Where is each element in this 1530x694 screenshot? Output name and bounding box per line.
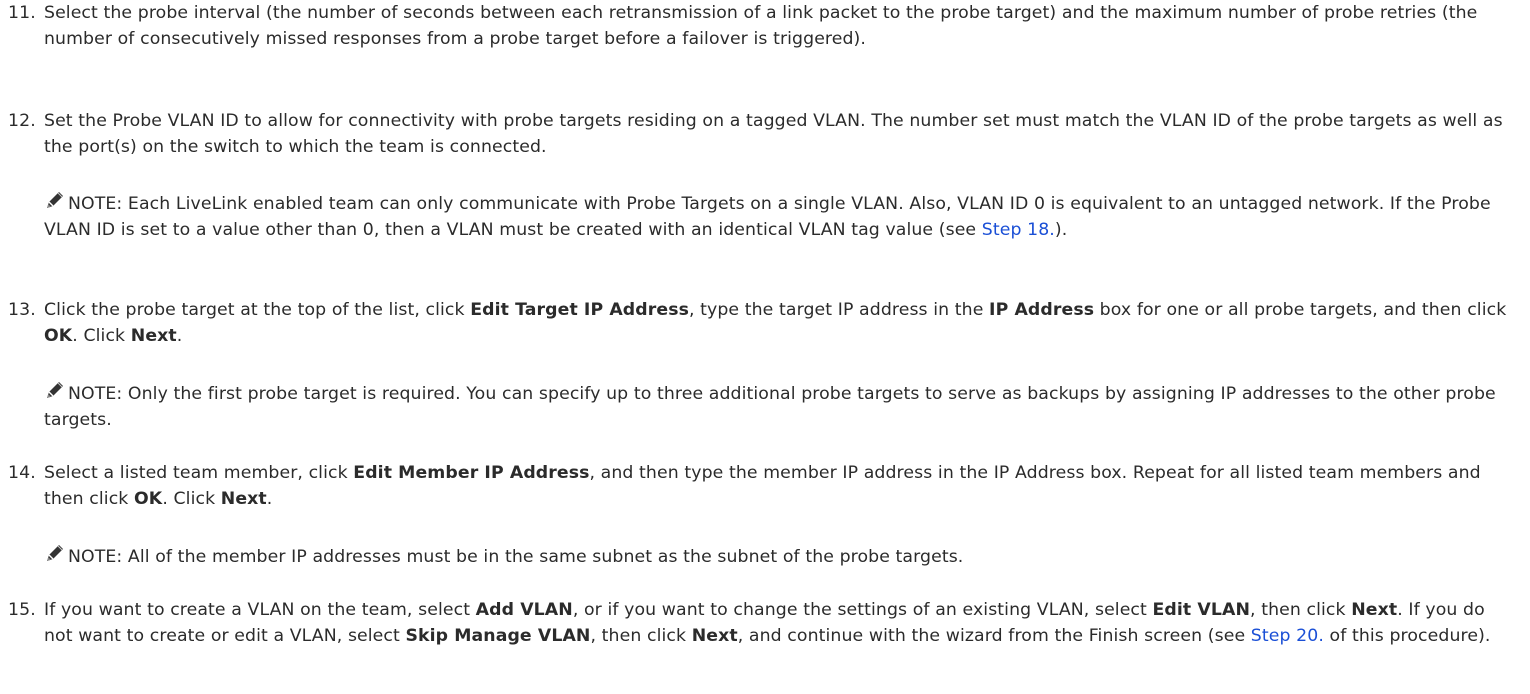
step-number: 15. — [8, 600, 36, 620]
next-label: Next — [691, 626, 738, 646]
step-11: 11. Select the probe interval (the numbe… — [8, 0, 1508, 52]
ok-label: OK — [134, 489, 163, 509]
step-text: Select the probe interval (the number of… — [44, 3, 1478, 49]
step-14: 14. Select a listed team member, click E… — [8, 460, 1508, 512]
step-number: 14. — [8, 463, 36, 483]
step-20-link[interactable]: Step 20. — [1251, 626, 1324, 646]
step-13: 13. Click the probe target at the top of… — [8, 297, 1508, 349]
step-text: Click the probe target at the top of the… — [44, 300, 1507, 346]
note-text: NOTE: Each LiveLink enabled team can onl… — [44, 194, 1491, 240]
add-vlan-label: Add VLAN — [475, 600, 573, 620]
note-probe-targets: NOTE: Only the first probe target is req… — [44, 379, 1514, 433]
ok-label: OK — [44, 326, 73, 346]
document: 11. Select the probe interval (the numbe… — [0, 0, 1530, 694]
step-text: If you want to create a VLAN on the team… — [44, 600, 1491, 646]
ip-address-label: IP Address — [989, 300, 1095, 320]
step-18-link[interactable]: Step 18. — [982, 220, 1055, 240]
note-text: NOTE: All of the member IP addresses mus… — [68, 547, 964, 567]
edit-vlan-label: Edit VLAN — [1152, 600, 1251, 620]
next-label: Next — [130, 326, 177, 346]
step-15: 15. If you want to create a VLAN on the … — [8, 597, 1508, 649]
step-12: 12. Set the Probe VLAN ID to allow for c… — [8, 108, 1508, 160]
note-text-end: ). — [1054, 220, 1068, 240]
pencil-note-icon — [47, 382, 63, 398]
note-subnet: NOTE: All of the member IP addresses mus… — [44, 542, 1514, 570]
pencil-note-icon — [47, 545, 63, 561]
note-vlan: NOTE: Each LiveLink enabled team can onl… — [44, 189, 1514, 243]
step-text: Set the Probe VLAN ID to allow for conne… — [44, 111, 1503, 157]
step-number: 11. — [8, 3, 36, 23]
step-number: 12. — [8, 111, 36, 131]
pencil-note-icon — [47, 192, 63, 208]
skip-manage-vlan-label: Skip Manage VLAN — [405, 626, 591, 646]
step-number: 13. — [8, 300, 36, 320]
note-text: NOTE: Only the first probe target is req… — [44, 384, 1496, 430]
edit-target-ip-label: Edit Target IP Address — [470, 300, 689, 320]
edit-member-ip-label: Edit Member IP Address — [353, 463, 590, 483]
next-label: Next — [1351, 600, 1398, 620]
step-text: Select a listed team member, click Edit … — [44, 463, 1481, 509]
next-label: Next — [220, 489, 267, 509]
